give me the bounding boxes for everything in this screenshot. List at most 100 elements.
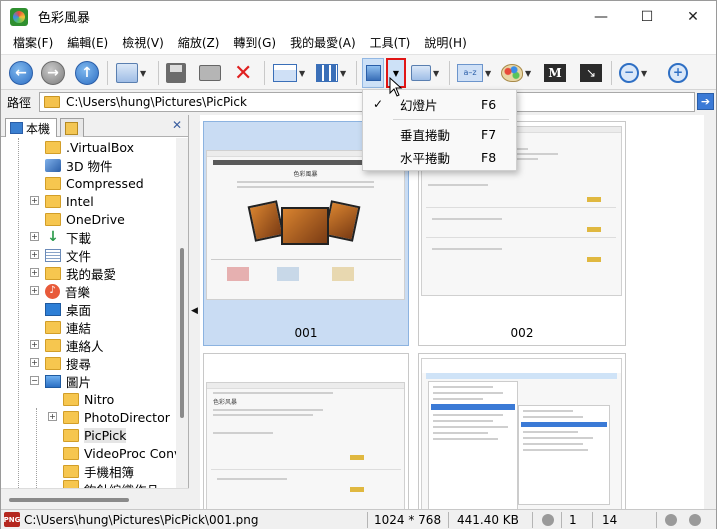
maximize-button[interactable]: ☐ (624, 1, 670, 32)
menu-favorites[interactable]: 我的最愛(A) (283, 32, 363, 54)
thumbnail-card[interactable] (418, 353, 626, 509)
tree-item-pictures[interactable]: − 圖片 (1, 372, 177, 390)
window-controls: — ☐ ✕ (578, 1, 716, 32)
expand-plus-icon[interactable]: + (30, 232, 39, 241)
layout-button[interactable]: ▼ (273, 59, 305, 87)
folder-icon (63, 428, 79, 442)
forward-button[interactable]: → (41, 59, 65, 87)
delete-button[interactable]: ✕ (234, 59, 252, 87)
menu-help[interactable]: 說明(H) (417, 32, 473, 54)
dropdown-arrow-icon: ▼ (140, 68, 147, 78)
tab-computer[interactable]: 本機 (5, 118, 57, 137)
folder-icon (45, 212, 61, 226)
panel-close-icon[interactable]: ✕ (172, 118, 182, 132)
dropdown-arrow-icon: ▼ (641, 68, 648, 78)
sort-button[interactable]: a–z ▼ (457, 59, 491, 87)
status-filesize: 441.40 KB (457, 513, 519, 527)
expand-plus-icon[interactable]: + (30, 250, 39, 259)
tree-item-photodirector[interactable]: + PhotoDirector (1, 408, 177, 426)
tree-item-searches[interactable]: + 搜尋 (1, 354, 177, 372)
folder-icon (63, 480, 79, 488)
save-button[interactable] (166, 59, 186, 87)
expand-plus-icon[interactable]: + (30, 286, 39, 295)
zoom-in-button[interactable]: + (668, 59, 688, 87)
tree-vertical-scrollbar[interactable] (176, 138, 188, 488)
toolbar-separator (611, 61, 612, 85)
menu-tools[interactable]: 工具(T) (363, 32, 418, 54)
tree-item-3d-objects[interactable]: 3D 物件 (1, 156, 177, 174)
tree-item-contacts[interactable]: + 連絡人 (1, 336, 177, 354)
menu-file[interactable]: 檔案(F) (6, 32, 60, 54)
zoom-out-icon: − (619, 63, 639, 83)
window-mode-button[interactable]: ▼ (411, 59, 439, 87)
expand-plus-icon[interactable]: + (48, 412, 57, 421)
tree-item-virtualbox[interactable]: .VirtualBox (1, 138, 177, 156)
dropdown-arrow-icon: ▼ (433, 68, 440, 78)
tab-favorites[interactable] (60, 118, 84, 137)
resize-button[interactable]: ↘ (580, 59, 602, 87)
tree-item-nitro[interactable]: Nitro (1, 390, 177, 408)
scroll-thumb[interactable] (9, 498, 129, 502)
color-button[interactable]: ▼ (501, 59, 531, 87)
menu-zoom[interactable]: 縮放(Z) (171, 32, 227, 54)
toolbar-separator (264, 61, 265, 85)
folder-icon (45, 140, 61, 154)
menu-goto[interactable]: 轉到(G) (226, 32, 283, 54)
collapse-left-arrow-icon[interactable]: ◀ (191, 306, 198, 316)
tree-item-videoproc[interactable]: VideoProc Conv (1, 444, 177, 462)
tree-item-picpick[interactable]: PicPick (1, 426, 177, 444)
dropdown-arrow-icon: ▼ (299, 68, 306, 78)
back-button[interactable]: ← (9, 59, 33, 87)
thumbnail-label: 001 (294, 326, 318, 340)
scroll-thumb[interactable] (180, 248, 184, 418)
panel-tabs: 本機 ✕ (1, 115, 188, 137)
close-button[interactable]: ✕ (670, 1, 716, 32)
checkmark-icon: ✓ (373, 97, 384, 111)
tree-item-desktop[interactable]: 桌面 (1, 300, 177, 318)
popup-item-slideshow[interactable]: ✓ 幻燈片 F6 (363, 94, 516, 114)
tree-item-intel[interactable]: + Intel (1, 192, 177, 210)
tree-item-compressed[interactable]: Compressed (1, 174, 177, 192)
tree-item-links[interactable]: 連結 (1, 318, 177, 336)
expand-plus-icon[interactable]: + (30, 196, 39, 205)
go-button[interactable]: ➔ (697, 93, 714, 110)
popup-item-horizontal-scroll[interactable]: 水平捲動 F8 (363, 147, 516, 167)
tree-item-documents[interactable]: + 文件 (1, 246, 177, 264)
app-logo-icon (10, 7, 28, 26)
tree-item-crochet[interactable]: 鉤針編織作品 (1, 480, 177, 488)
collapse-minus-icon[interactable]: − (30, 376, 39, 385)
document-icon (45, 248, 61, 262)
minimize-button[interactable]: — (578, 1, 624, 32)
tree-item-favorites[interactable]: + 我的最愛 (1, 264, 177, 282)
m-letter-icon: M (544, 64, 566, 82)
save-disk-icon (166, 63, 186, 83)
print-button[interactable] (199, 59, 221, 87)
thumbnail-card[interactable]: 色彩风暴 (203, 353, 409, 509)
tree-item-phone-album[interactable]: 手機相簿 (1, 462, 177, 480)
open-folder-button[interactable]: ▼ (116, 59, 146, 87)
expand-plus-icon[interactable]: + (30, 340, 39, 349)
thumbnail-view-button[interactable]: ▼ (316, 59, 346, 87)
up-button[interactable]: ↑ (75, 59, 99, 87)
menu-edit[interactable]: 編輯(E) (60, 32, 115, 54)
tree-item-downloads[interactable]: + ↓ 下載 (1, 228, 177, 246)
thumbnail-image (421, 358, 622, 509)
toolbar: ← → ↑ ▼ ✕ ▼ ▼ ▼ ▼ a–z ▼ ▼ M ↘ − ▼ + (1, 54, 716, 90)
tree-horizontal-scrollbar[interactable] (1, 488, 189, 509)
tree-item-music[interactable]: + ♪ 音樂 (1, 282, 177, 300)
thumbnail-scrollbar[interactable] (704, 115, 716, 509)
status-dimensions: 1024 * 768 (374, 513, 442, 527)
popup-item-vertical-scroll[interactable]: 垂直捲動 F7 (363, 124, 516, 144)
slideshow-button[interactable] (362, 58, 384, 88)
popup-separator (393, 119, 509, 120)
status-indicator-icon (665, 514, 677, 526)
zoom-out-button[interactable]: − ▼ (619, 59, 647, 87)
expand-plus-icon[interactable]: + (30, 358, 39, 367)
up-arrow-icon: ↑ (75, 61, 99, 85)
metadata-button[interactable]: M (544, 59, 566, 87)
expand-plus-icon[interactable]: + (30, 268, 39, 277)
toolbar-separator (158, 61, 159, 85)
folder-icon (63, 446, 79, 460)
menu-view[interactable]: 檢視(V) (115, 32, 171, 54)
tree-item-onedrive[interactable]: OneDrive (1, 210, 177, 228)
